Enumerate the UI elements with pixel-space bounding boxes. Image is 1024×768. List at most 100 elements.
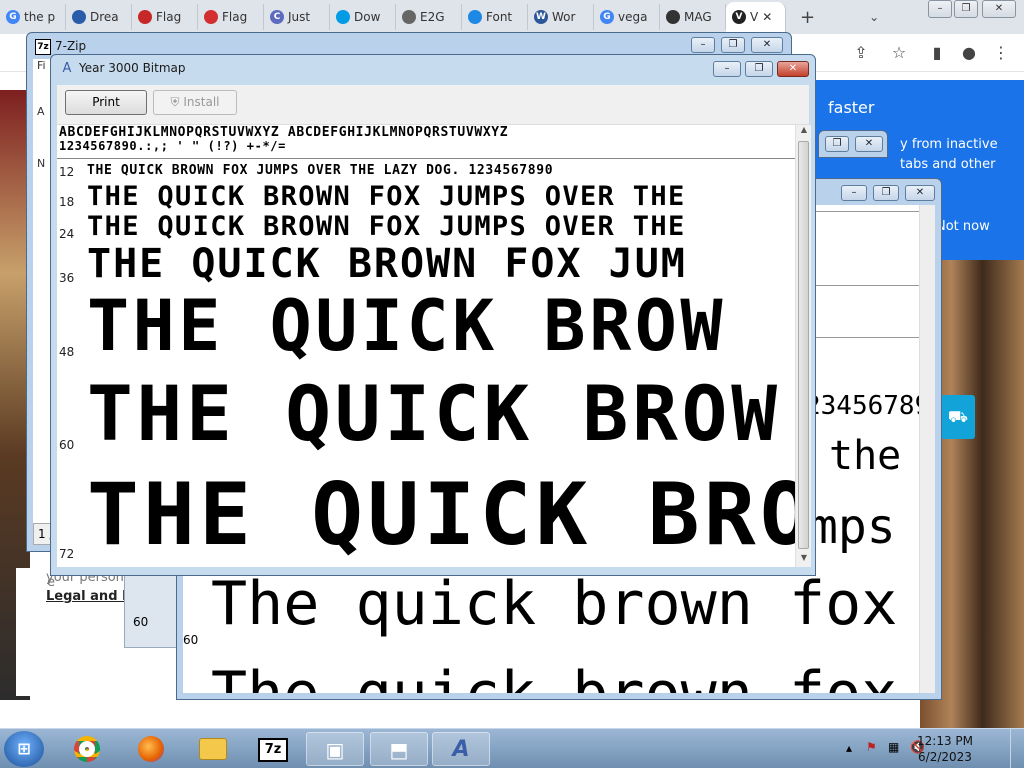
firefox-icon — [138, 736, 164, 762]
font-file-icon: A — [62, 61, 72, 76]
site-icon — [468, 10, 482, 24]
charset-line: ABCDEFGHIJKLMNOPQRSTUVWXYZ ABCDEFGHIJKLM… — [59, 125, 509, 140]
print-button[interactable]: Print — [65, 90, 147, 115]
sample-line: 234567890 — [805, 391, 935, 421]
show-desktop-button[interactable] — [1010, 729, 1024, 768]
maximize-button[interactable]: ❐ — [873, 185, 899, 201]
browser-tab[interactable]: Drea — [66, 4, 132, 30]
install-label: Install — [183, 95, 220, 109]
globe-icon — [402, 10, 416, 24]
start-button[interactable]: ⊞ — [4, 731, 44, 767]
maximize-button[interactable]: ❐ — [745, 61, 773, 77]
size-label: 60 — [183, 633, 199, 647]
browser-tab[interactable]: Dow — [330, 4, 396, 30]
show-hidden-icons-icon[interactable]: ▴ — [846, 741, 852, 755]
share-icon[interactable]: ⇪ — [850, 42, 872, 64]
tab-label: Just — [288, 10, 311, 24]
shield-icon: ⛨ — [170, 95, 180, 109]
maximize-button[interactable]: ❐ — [825, 136, 849, 152]
minimize-icon[interactable]: – — [928, 0, 952, 18]
close-tab-icon[interactable]: ✕ — [762, 10, 772, 24]
browser-tab[interactable]: Gvega — [594, 4, 660, 30]
tab-label: E2G — [420, 10, 445, 24]
browser-tab[interactable]: Gthe p — [0, 4, 66, 30]
sample-line: THE QUICK BROWN FOX JUMPS OVER THE LAZY … — [87, 163, 554, 178]
install-button[interactable]: ⛨ Install — [153, 90, 237, 115]
sample-line: The quick brown fox ju — [211, 569, 935, 639]
vertical-scrollbar[interactable]: ▲ ▼ — [795, 125, 811, 567]
close-button[interactable]: ✕ — [751, 37, 783, 53]
promo-title: faster — [828, 98, 875, 117]
cart-icon[interactable]: ⛟ — [941, 395, 975, 439]
sevenzip-taskbar-button[interactable]: 7z — [244, 732, 302, 766]
size-label: 24 — [59, 227, 75, 241]
tab-label: Wor — [552, 10, 576, 24]
minimize-button[interactable]: – — [691, 37, 715, 53]
scroll-down-icon[interactable]: ▼ — [796, 553, 812, 567]
not-now-button[interactable]: Not now — [936, 212, 1010, 242]
browser-tab[interactable]: Font — [462, 4, 528, 30]
close-icon[interactable]: ✕ — [982, 0, 1016, 18]
installer-taskbar-button[interactable]: ⬒ — [370, 732, 428, 766]
size-label: 36 — [59, 271, 75, 285]
chrome-icon — [74, 736, 100, 762]
bitmap-font-viewer-window: A Year 3000 Bitmap – ❐ ✕ Print ⛨ Install… — [50, 54, 816, 576]
tab-label: Font — [486, 10, 513, 24]
browser-tab[interactable]: Flag — [198, 4, 264, 30]
google-icon: G — [6, 10, 20, 24]
browser-tab[interactable]: Flag — [132, 4, 198, 30]
taskbar: ⊞ 7z ▣ ⬒ A ▴ ⚑ ▦ 🔇 12:13 PM 6/2/2023 — [0, 728, 1024, 768]
maximize-button[interactable]: ❐ — [721, 37, 745, 53]
size-label: 12 — [59, 165, 75, 179]
explorer-taskbar-button[interactable] — [184, 732, 242, 766]
site-icon: V — [732, 10, 746, 24]
minimize-button[interactable]: – — [713, 61, 741, 77]
title-bar[interactable]: A Year 3000 Bitmap – ❐ ✕ — [51, 55, 815, 83]
font-sample-view: ABCDEFGHIJKLMNOPQRSTUVWXYZ ABCDEFGHIJKLM… — [57, 125, 795, 567]
maximize-icon[interactable]: ❐ — [954, 0, 978, 18]
font-viewer-taskbar-button[interactable]: A — [432, 732, 490, 766]
size-label: 60 — [133, 615, 149, 629]
sample-line: THE QUICK BROW — [87, 465, 795, 565]
package-icon: ⬒ — [389, 738, 409, 762]
tab-label: the p — [24, 10, 56, 24]
scroll-thumb[interactable] — [798, 141, 809, 549]
setup-taskbar-button[interactable]: ▣ — [306, 732, 364, 766]
installer-icon: ▣ — [325, 738, 345, 762]
scroll-up-icon[interactable]: ▲ — [796, 125, 812, 139]
clock[interactable]: 12:13 PM 6/2/2023 — [900, 733, 990, 765]
browser-tab[interactable]: C Just — [264, 4, 330, 30]
download-icon — [336, 10, 350, 24]
vertical-scrollbar[interactable] — [919, 205, 935, 693]
close-button[interactable]: ✕ — [855, 136, 883, 152]
chrome-taskbar-button[interactable] — [58, 732, 116, 766]
star-icon[interactable]: ☆ — [888, 42, 910, 64]
network-icon[interactable]: ▦ — [888, 740, 899, 754]
firefox-taskbar-button[interactable] — [122, 732, 180, 766]
browser-tab[interactable]: E2G — [396, 4, 462, 30]
side-panel-icon[interactable]: ▮ — [926, 42, 948, 64]
size-label: 72 — [59, 547, 75, 561]
sample-line: THE QUICK BROWN FOX JUMPS OVER THE — [87, 181, 686, 212]
tab-label: Flag — [156, 10, 182, 24]
menu-icon[interactable]: ⋮ — [990, 42, 1012, 64]
browser-tab[interactable]: MAG — [660, 4, 726, 30]
clock-date: 6/2/2023 — [918, 750, 972, 764]
status-text: e — [47, 575, 55, 590]
toolbar: Print ⛨ Install — [57, 85, 809, 125]
clock-time: 12:13 PM — [917, 734, 973, 748]
browser-tab[interactable]: W Wor — [528, 4, 594, 30]
profile-icon[interactable]: ● — [958, 42, 980, 64]
browser-tab-active[interactable]: V V ✕ — [726, 2, 786, 32]
sevenzip-icon: 7z — [35, 39, 51, 55]
site-icon — [72, 10, 86, 24]
close-button[interactable]: ✕ — [777, 61, 809, 77]
size-label: 48 — [59, 345, 75, 359]
action-center-icon[interactable]: ⚑ — [866, 740, 877, 754]
window-title: 7-Zip — [55, 39, 87, 53]
close-button[interactable]: ✕ — [905, 185, 935, 201]
chevron-down-icon[interactable]: ⌄ — [869, 10, 879, 24]
minimize-button[interactable]: – — [841, 185, 867, 201]
sample-line: THE QUICK BROWN FOX JUMPS OVER THE — [87, 211, 686, 242]
new-tab-icon[interactable]: + — [800, 7, 815, 28]
